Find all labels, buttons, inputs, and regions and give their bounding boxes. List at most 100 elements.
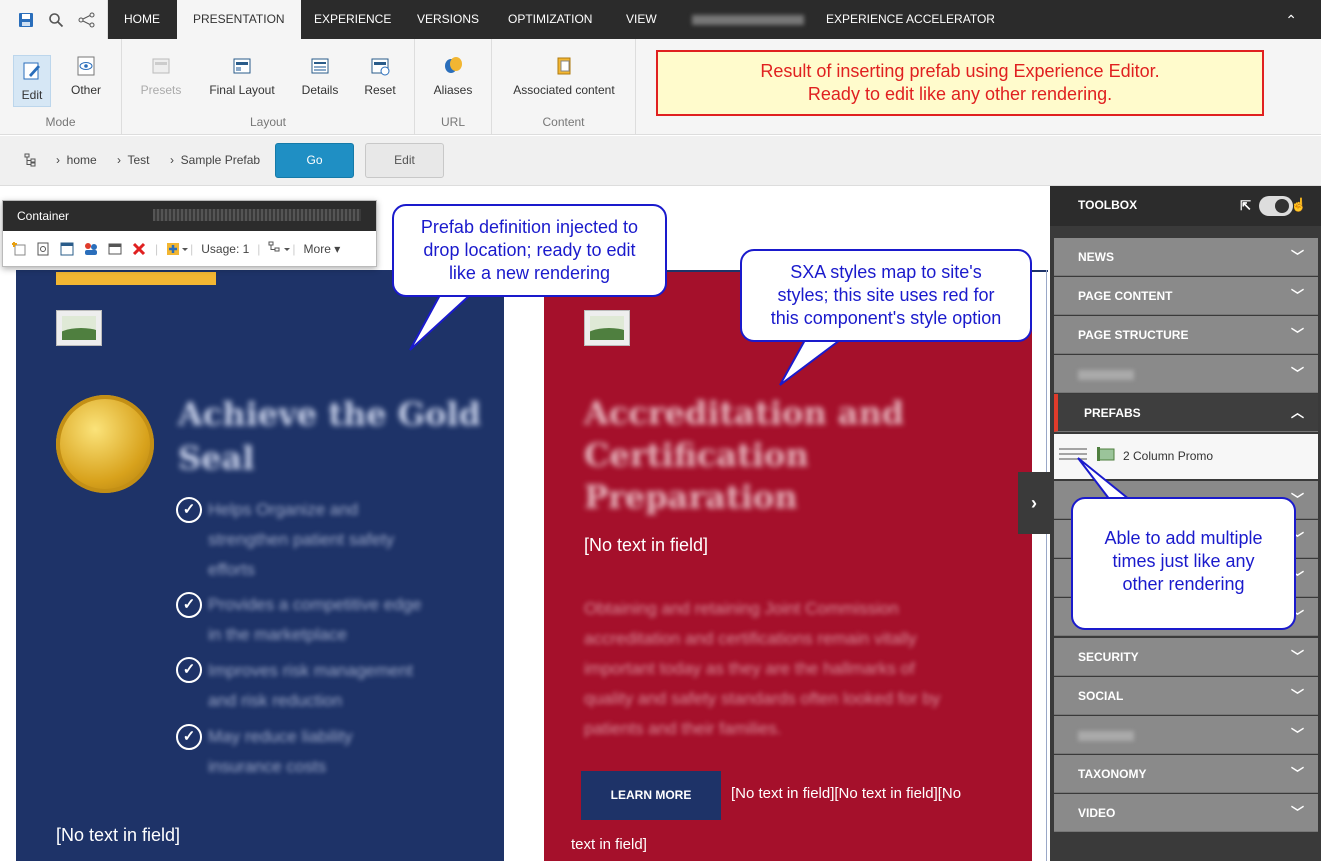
- tab-presentation[interactable]: PRESENTATION: [177, 0, 301, 39]
- chevron-up-icon: ︿: [1290, 405, 1304, 420]
- toolbox-header: TOOLBOX ⇱ ☝: [1050, 186, 1321, 226]
- toolbox-section-prefabs[interactable]: PREFABS ︿: [1054, 394, 1318, 432]
- annotation-note: Result of inserting prefab using Experie…: [656, 50, 1264, 116]
- rendering-icon: [1096, 446, 1116, 465]
- toolbox-section-social[interactable]: SOCIAL ﹀: [1054, 677, 1318, 715]
- details-button[interactable]: Details: [298, 55, 342, 97]
- more-dropdown[interactable]: More ▾: [304, 242, 341, 256]
- tab-versions[interactable]: VERSIONS: [401, 0, 495, 39]
- check-circle-icon: ✓: [176, 592, 202, 618]
- tab-redacted[interactable]: [676, 0, 820, 39]
- final-layout-button[interactable]: Final Layout: [206, 55, 278, 97]
- drag-handle[interactable]: [153, 209, 361, 221]
- callout-sxa-styles: SXA styles map to site's styles; this si…: [740, 249, 1032, 342]
- masks-icon: [442, 55, 464, 77]
- presets-icon: [150, 55, 172, 77]
- gold-accent-strip: [56, 272, 216, 285]
- toolbox-section-security[interactable]: SECURITY ﹀: [1054, 638, 1318, 676]
- select-parent-icon[interactable]: [11, 241, 27, 257]
- breadcrumb-item[interactable]: › Sample Prefab: [170, 153, 260, 167]
- add-component-icon[interactable]: [166, 241, 189, 257]
- breadcrumb-item[interactable]: › home: [56, 153, 97, 167]
- tab-view[interactable]: VIEW: [610, 0, 673, 39]
- image-placeholder-icon[interactable]: [56, 310, 102, 346]
- associated-content-icon: [553, 55, 575, 77]
- expand-arrow-icon[interactable]: ›: [1018, 472, 1050, 534]
- chevron-down-icon: ﹀: [1290, 327, 1304, 342]
- go-button[interactable]: Go: [275, 143, 354, 178]
- blurred-bullet: May reduce liability insurance costs: [208, 727, 353, 776]
- empty-field-text[interactable]: text in field]: [571, 836, 647, 853]
- chevron-down-icon: ﹀: [1290, 288, 1304, 303]
- ribbon-group-label: URL: [440, 115, 465, 129]
- ribbon-group-label: Content: [542, 115, 585, 129]
- tree-dropdown-icon[interactable]: [268, 241, 291, 257]
- empty-field-text[interactable]: [No text in field]: [584, 535, 708, 556]
- hand-icon: ☝: [1290, 197, 1307, 212]
- personalize-icon[interactable]: [83, 241, 99, 257]
- layout-icon[interactable]: [59, 241, 75, 257]
- image-placeholder-icon[interactable]: [584, 310, 630, 346]
- toolbox-section-video[interactable]: VIDEO ﹀: [1054, 794, 1318, 832]
- usage-count: Usage: 1: [201, 242, 250, 256]
- pointer-icon: ⇱: [1240, 198, 1251, 213]
- blurred-bullet: Helps Organize and strengthen patient saf…: [208, 500, 395, 579]
- breadcrumb-item[interactable]: › Test: [117, 153, 149, 167]
- check-circle-icon: ✓: [176, 657, 202, 683]
- details-icon: [309, 55, 331, 77]
- share-icon[interactable]: [78, 12, 95, 28]
- pencil-icon: [21, 60, 43, 82]
- callout-add-multiple: Able to add multiple times just like any…: [1071, 497, 1296, 630]
- empty-field-text[interactable]: [No text in field]: [56, 825, 180, 846]
- aliases-button[interactable]: Aliases: [431, 55, 475, 97]
- reset-button[interactable]: Reset: [362, 55, 398, 97]
- toolbox-toggle[interactable]: [1259, 196, 1293, 216]
- rendering-border: [1046, 270, 1047, 861]
- ribbon-group-layout: Presets Final Layout Details Reset Layou…: [122, 39, 415, 135]
- chevron-down-icon: ﹀: [1290, 727, 1304, 742]
- gold-seal-image[interactable]: [56, 395, 154, 493]
- associated-content-button[interactable]: Associated content: [508, 55, 620, 97]
- presets-button[interactable]: Presets: [136, 55, 186, 97]
- empty-field-text[interactable]: [No text in field][No text in field][No: [731, 785, 961, 802]
- tab-experience[interactable]: EXPERIENCE: [298, 0, 407, 39]
- quick-access-toolbar: [0, 0, 108, 39]
- edit-datasource-icon[interactable]: [35, 241, 51, 257]
- container-toolbar-header[interactable]: Container: [3, 201, 376, 231]
- blurred-bullet: Provides a competitive edge in the market…: [208, 595, 422, 644]
- edit-button[interactable]: Edit: [365, 143, 444, 178]
- search-icon[interactable]: [48, 12, 64, 28]
- ribbon-group-label: Mode: [45, 115, 76, 129]
- reset-icon: [369, 55, 391, 77]
- check-circle-icon: ✓: [176, 497, 202, 523]
- blurred-heading: Accreditation and Certification Preparatio…: [584, 394, 905, 516]
- toolbox-section-redacted[interactable]: ﹀: [1054, 355, 1318, 393]
- tab-experience-accelerator[interactable]: EXPERIENCE ACCELERATOR: [810, 0, 1011, 39]
- ribbon-group-label: Layout: [249, 115, 287, 129]
- toolbox-section-news[interactable]: NEWS ﹀: [1054, 238, 1318, 276]
- toolbox-section-redacted[interactable]: ﹀: [1054, 716, 1318, 754]
- toolbox-section-page-content[interactable]: PAGE CONTENT ﹀: [1054, 277, 1318, 315]
- chevron-down-icon: ﹀: [1290, 766, 1304, 781]
- toolbox-section-page-structure[interactable]: PAGE STRUCTURE ﹀: [1054, 316, 1318, 354]
- prefab-item-2-column-promo[interactable]: 2 Column Promo: [1123, 449, 1213, 463]
- collapse-ribbon-icon[interactable]: ⌃: [1285, 12, 1297, 29]
- delete-icon[interactable]: [131, 241, 147, 257]
- drag-handle-icon[interactable]: [1058, 446, 1088, 462]
- other-mode-button[interactable]: Other: [66, 55, 106, 97]
- tab-optimization[interactable]: OPTIMIZATION: [492, 0, 608, 39]
- layout-icon: [231, 55, 253, 77]
- window-icon[interactable]: [107, 241, 123, 257]
- tab-home[interactable]: HOME: [108, 0, 176, 39]
- edit-mode-button[interactable]: Edit: [13, 55, 51, 107]
- separator: |: [292, 242, 296, 256]
- save-icon[interactable]: [18, 12, 34, 28]
- chevron-down-icon: ﹀: [1290, 366, 1304, 381]
- ribbon-group-mode: Edit Other Mode: [0, 39, 122, 135]
- toolbox-section-taxonomy[interactable]: TAXONOMY ﹀: [1054, 755, 1318, 793]
- blurred-paragraph: Obtaining and retaining Joint Commission…: [584, 599, 941, 738]
- learn-more-button[interactable]: LEARN MORE: [581, 771, 721, 820]
- callout-prefab-definition: Prefab definition injected to drop locat…: [392, 204, 667, 297]
- chevron-down-icon: ﹀: [1290, 688, 1304, 703]
- tree-icon[interactable]: [24, 153, 38, 170]
